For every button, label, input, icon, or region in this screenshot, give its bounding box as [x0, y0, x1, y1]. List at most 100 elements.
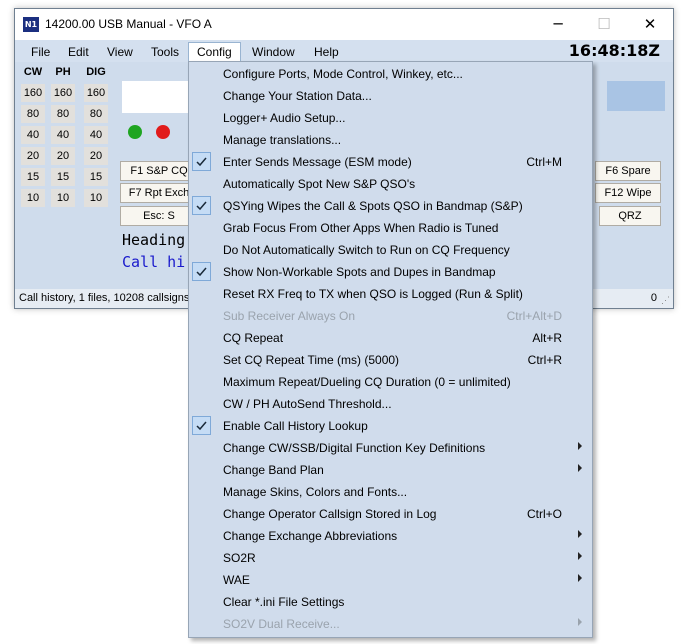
utc-clock: 16:48:18Z — [568, 41, 660, 60]
config-menu-item-label: CW / PH AutoSend Threshold... — [223, 397, 392, 411]
config-menu-item[interactable]: Do Not Automatically Switch to Run on CQ… — [189, 239, 592, 261]
submenu-arrow-icon — [578, 552, 582, 560]
close-button[interactable]: ✕ — [627, 9, 673, 40]
config-menu-item[interactable]: Clear *.ini File Settings — [189, 591, 592, 613]
config-menu-item[interactable]: Change Your Station Data... — [189, 85, 592, 107]
config-menu-item[interactable]: Configure Ports, Mode Control, Winkey, e… — [189, 63, 592, 85]
config-menu-item[interactable]: Enter Sends Message (ESM mode) Ctrl+M — [189, 151, 592, 173]
f6-button[interactable]: F6 Spare — [595, 161, 661, 181]
qrz-button[interactable]: QRZ — [599, 206, 661, 226]
config-menu-item[interactable]: Maximum Repeat/Dueling CQ Duration (0 = … — [189, 371, 592, 393]
band-cw-15[interactable]: 15 — [21, 168, 45, 186]
menu-file[interactable]: File — [31, 43, 50, 61]
config-menu-item[interactable]: Manage Skins, Colors and Fonts... — [189, 481, 592, 503]
config-menu-item-label: Configure Ports, Mode Control, Winkey, e… — [223, 67, 463, 81]
config-menu-item[interactable]: Grab Focus From Other Apps When Radio is… — [189, 217, 592, 239]
callsign-entry-box[interactable] — [122, 81, 192, 113]
heading-text: Heading — [122, 231, 186, 249]
status-led-red — [156, 125, 170, 139]
f1-button[interactable]: F1 S&P CQ — [120, 161, 198, 181]
band-ph-40[interactable]: 40 — [51, 126, 75, 144]
maximize-button[interactable]: ☐ — [581, 9, 627, 40]
config-menu-item[interactable]: Change Operator Callsign Stored in Log Ct… — [189, 503, 592, 525]
config-menu-item[interactable]: CW / PH AutoSend Threshold... — [189, 393, 592, 415]
band-ph-80[interactable]: 80 — [51, 105, 75, 123]
minimize-button[interactable]: ─ — [535, 9, 581, 40]
band-ph-20[interactable]: 20 — [51, 147, 75, 165]
config-menu-item[interactable]: Reset RX Freq to TX when QSO is Logged (… — [189, 283, 592, 305]
config-menu-item-label: Change Your Station Data... — [223, 89, 372, 103]
band-dig-80[interactable]: 80 — [84, 105, 108, 123]
menu-edit[interactable]: Edit — [68, 43, 89, 61]
config-menu-item[interactable]: Set CQ Repeat Time (ms) (5000) Ctrl+R — [189, 349, 592, 371]
band-dig-20[interactable]: 20 — [84, 147, 108, 165]
app-logo-icon[interactable]: N1 — [23, 17, 39, 32]
config-menu-item-label: WAE — [223, 573, 250, 587]
menu-help[interactable]: Help — [314, 43, 339, 61]
config-menu-item[interactable]: Enable Call History Lookup — [189, 415, 592, 437]
band-cw-20[interactable]: 20 — [21, 147, 45, 165]
band-dig-40[interactable]: 40 — [84, 126, 108, 144]
menu-view[interactable]: View — [107, 43, 133, 61]
config-menu-item-label: SO2R — [223, 551, 256, 565]
config-menu-item-label: Manage Skins, Colors and Fonts... — [223, 485, 408, 499]
config-menu-item[interactable]: CQ Repeat Alt+R — [189, 327, 592, 349]
config-menu-item[interactable]: Automatically Spot New S&P QSO's — [189, 173, 592, 195]
resize-grip-icon[interactable]: ⋰ — [661, 295, 670, 306]
checkmark-icon — [192, 262, 211, 281]
band-ph-15[interactable]: 15 — [51, 168, 75, 186]
config-menu-item-label: Maximum Repeat/Dueling CQ Duration (0 = … — [223, 375, 511, 389]
band-dig-15[interactable]: 15 — [84, 168, 108, 186]
config-menu-item[interactable]: QSYing Wipes the Call & Spots QSO in Ban… — [189, 195, 592, 217]
band-ph-10[interactable]: 10 — [51, 189, 75, 207]
title-bar[interactable]: N1 14200.00 USB Manual - VFO A ─ ☐ ✕ — [15, 9, 673, 40]
config-menu-item-label: Set CQ Repeat Time (ms) (5000) — [223, 353, 400, 367]
config-menu-item[interactable]: SO2R — [189, 547, 592, 569]
config-menu-item[interactable]: Logger+ Audio Setup... — [189, 107, 592, 129]
band-cw-40[interactable]: 40 — [21, 126, 45, 144]
config-menu-item-label: Do Not Automatically Switch to Run on CQ… — [223, 243, 510, 257]
band-ph-160[interactable]: 160 — [51, 84, 75, 102]
f12-button[interactable]: F12 Wipe — [595, 183, 661, 203]
submenu-arrow-icon — [578, 618, 582, 626]
config-menu-item-label: Change CW/SSB/Digital Function Key Defin… — [223, 441, 486, 455]
band-dig-160[interactable]: 160 — [84, 84, 108, 102]
config-menu-item-shortcut: Ctrl+O — [526, 507, 562, 521]
config-menu-item[interactable]: Change Band Plan — [189, 459, 592, 481]
menu-config[interactable]: Config — [188, 42, 241, 62]
status-led-green — [128, 125, 142, 139]
band-header-cw: CW — [23, 66, 43, 78]
config-menu-item[interactable]: WAE — [189, 569, 592, 591]
info-panel — [607, 81, 665, 111]
config-menu-item-label: Change Band Plan — [223, 463, 324, 477]
config-menu-item-label: Enter Sends Message (ESM mode) — [223, 155, 412, 169]
config-menu-item[interactable]: Manage translations... — [189, 129, 592, 151]
config-menu-item-label: Reset RX Freq to TX when QSO is Logged (… — [223, 287, 523, 301]
config-menu-item-label: Grab Focus From Other Apps When Radio is… — [223, 221, 499, 235]
config-menu-item-label: Sub Receiver Always On — [223, 309, 356, 323]
esc-button[interactable]: Esc: S — [120, 206, 198, 226]
submenu-arrow-icon — [578, 574, 582, 582]
band-cw-10[interactable]: 10 — [21, 189, 45, 207]
checkmark-icon — [192, 152, 211, 171]
config-menu-item[interactable]: Change CW/SSB/Digital Function Key Defin… — [189, 437, 592, 459]
submenu-arrow-icon — [578, 464, 582, 472]
band-cw-80[interactable]: 80 — [21, 105, 45, 123]
config-menu-item-label: Logger+ Audio Setup... — [223, 111, 346, 125]
config-menu-item-label: Enable Call History Lookup — [223, 419, 368, 433]
band-cw-160[interactable]: 160 — [21, 84, 45, 102]
config-menu-item-shortcut: Alt+R — [532, 331, 562, 345]
config-menu-item-label: Change Operator Callsign Stored in Log — [223, 507, 437, 521]
config-menu-item-shortcut: Ctrl+M — [526, 155, 562, 169]
call-history-text: Call hi — [122, 253, 186, 271]
menu-tools[interactable]: Tools — [151, 43, 179, 61]
config-menu-item[interactable]: Show Non-Workable Spots and Dupes in Ban… — [189, 261, 592, 283]
config-menu-item: SO2V Dual Receive... — [189, 613, 592, 635]
f7-button[interactable]: F7 Rpt Exch — [120, 183, 198, 203]
menu-window[interactable]: Window — [252, 43, 295, 61]
config-dropdown-menu: Configure Ports, Mode Control, Winkey, e… — [188, 61, 593, 638]
config-menu-item[interactable]: Change Exchange Abbreviations — [189, 525, 592, 547]
status-count: 0 — [650, 292, 657, 304]
band-dig-10[interactable]: 10 — [84, 189, 108, 207]
band-header-dig: DIG — [86, 66, 106, 78]
